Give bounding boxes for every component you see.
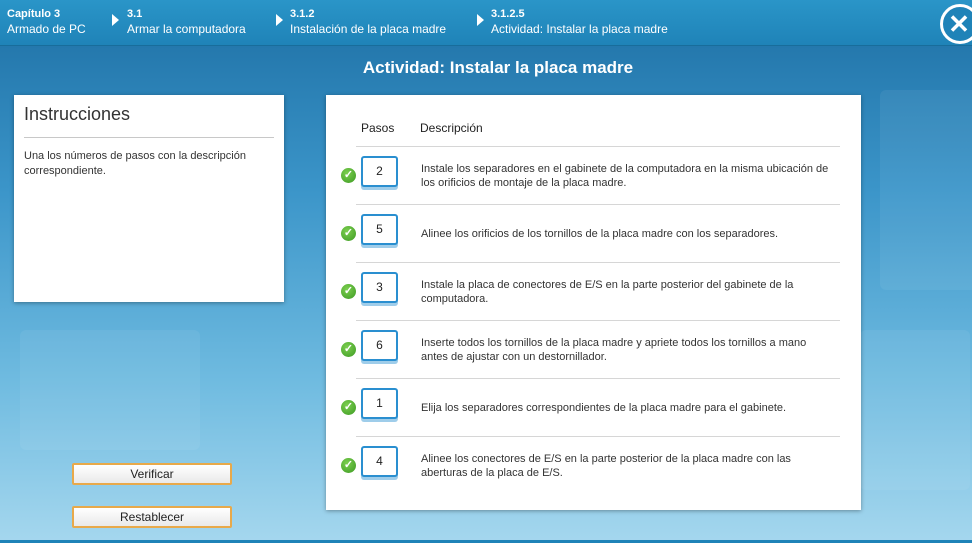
breadcrumb-label: Instalación de la placa madre bbox=[290, 22, 447, 36]
chevron-right-icon bbox=[477, 14, 484, 26]
breadcrumb: Capítulo 3 Armado de PC 3.1 Armar la com… bbox=[0, 0, 972, 46]
checkmark-icon: ✓ bbox=[341, 226, 356, 241]
step-description: Elija los separadores correspondientes d… bbox=[421, 402, 787, 414]
instructions-title: Instrucciones bbox=[24, 104, 274, 138]
checkmark-icon: ✓ bbox=[341, 400, 356, 415]
checkmark-icon: ✓ bbox=[341, 458, 356, 473]
step-row: ✓ 6 Inserte todos los tornillos de la pl… bbox=[341, 320, 840, 378]
close-button[interactable]: ✕ bbox=[940, 4, 972, 44]
breadcrumb-chapter[interactable]: Capítulo 3 Armado de PC bbox=[7, 7, 86, 37]
breadcrumb-number: Capítulo 3 bbox=[7, 8, 61, 20]
instructions-body: Una los números de pasos con la descripc… bbox=[24, 150, 246, 177]
background-decoration bbox=[880, 90, 972, 290]
breadcrumb-label: Actividad: Instalar la placa madre bbox=[491, 22, 668, 36]
step-description: Alinee los conectores de E/S en la parte… bbox=[421, 453, 791, 479]
step-number-box[interactable]: 6 bbox=[361, 330, 398, 361]
reset-button[interactable]: Restablecer bbox=[72, 506, 232, 528]
checkmark-icon: ✓ bbox=[341, 168, 356, 183]
step-row: ✓ 5 Alinee los orificios de los tornillo… bbox=[341, 204, 840, 262]
step-description: Alinee los orificios de los tornillos de… bbox=[421, 228, 779, 240]
background-decoration bbox=[860, 330, 970, 490]
breadcrumb-number: 3.1.2.5 bbox=[491, 8, 525, 20]
checkmark-icon: ✓ bbox=[341, 342, 356, 357]
step-description: Instale los separadores en el gabinete d… bbox=[421, 163, 829, 189]
steps-panel: Pasos Descripción ✓ 2 Instale los separa… bbox=[326, 95, 861, 510]
step-row: ✓ 3 Instale la placa de conectores de E/… bbox=[341, 262, 840, 320]
step-number-box[interactable]: 5 bbox=[361, 214, 398, 245]
step-row: ✓ 4 Alinee los conectores de E/S en la p… bbox=[341, 436, 840, 494]
breadcrumb-label: Armar la computadora bbox=[127, 22, 246, 36]
breadcrumb-number: 3.1.2 bbox=[290, 8, 315, 20]
step-row: ✓ 1 Elija los separadores correspondient… bbox=[341, 378, 840, 436]
close-icon: ✕ bbox=[948, 9, 970, 39]
instructions-panel: Instrucciones Una los números de pasos c… bbox=[14, 95, 284, 302]
page-title: Actividad: Instalar la placa madre bbox=[362, 58, 634, 77]
breadcrumb-subsection[interactable]: 3.1.2 Instalación de la placa madre bbox=[290, 7, 446, 37]
breadcrumb-label: Armado de PC bbox=[7, 22, 86, 36]
step-number-box[interactable]: 1 bbox=[361, 388, 398, 419]
verify-button[interactable]: Verificar bbox=[72, 463, 232, 485]
chevron-right-icon bbox=[112, 14, 119, 26]
step-number-box[interactable]: 4 bbox=[361, 446, 398, 477]
step-description: Inserte todos los tornillos de la placa … bbox=[421, 337, 807, 363]
breadcrumb-number: 3.1 bbox=[127, 8, 143, 20]
background-decoration bbox=[20, 330, 200, 450]
step-number-box[interactable]: 2 bbox=[361, 156, 398, 187]
description-column-header: Descripción bbox=[420, 121, 483, 135]
step-description: Instale la placa de conectores de E/S en… bbox=[421, 279, 794, 305]
step-row: ✓ 2 Instale los separadores en el gabine… bbox=[341, 146, 840, 204]
steps-column-header: Pasos bbox=[361, 121, 395, 135]
checkmark-icon: ✓ bbox=[341, 284, 356, 299]
chevron-right-icon bbox=[276, 14, 283, 26]
step-number-box[interactable]: 3 bbox=[361, 272, 398, 303]
breadcrumb-section[interactable]: 3.1 Armar la computadora bbox=[127, 7, 246, 37]
breadcrumb-activity: 3.1.2.5 Actividad: Instalar la placa mad… bbox=[491, 7, 668, 37]
